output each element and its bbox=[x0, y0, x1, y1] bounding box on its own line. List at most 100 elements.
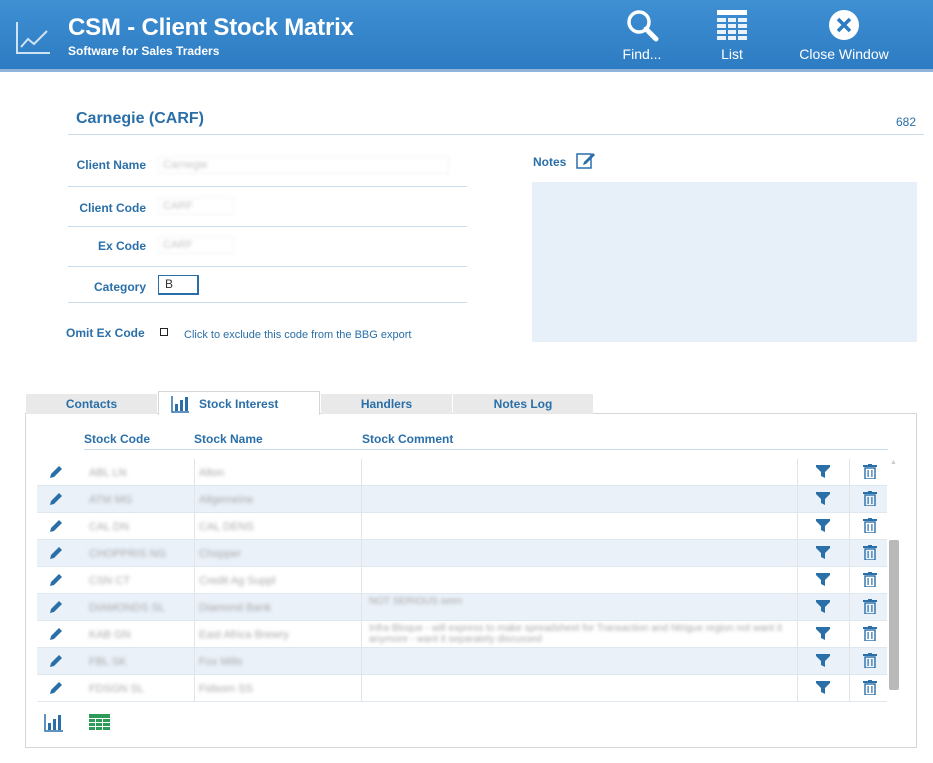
omit-ex-code-checkbox[interactable] bbox=[160, 328, 168, 336]
edit-row-button[interactable] bbox=[49, 627, 63, 646]
filter-row-button[interactable] bbox=[816, 546, 830, 565]
column-divider bbox=[194, 594, 195, 620]
table-row[interactable]: ATM MG Allgemeine bbox=[37, 486, 887, 513]
column-divider bbox=[194, 648, 195, 674]
column-divider bbox=[194, 675, 195, 701]
close-icon bbox=[829, 10, 859, 40]
edit-row-button[interactable] bbox=[49, 654, 63, 673]
column-divider bbox=[361, 594, 362, 620]
tab-stock-interest-label: Stock Interest bbox=[199, 397, 279, 411]
pencil-icon bbox=[50, 466, 62, 478]
list-button-label: List bbox=[721, 46, 743, 62]
delete-row-button[interactable] bbox=[863, 518, 877, 538]
filter-icon bbox=[816, 600, 830, 613]
column-divider bbox=[194, 486, 195, 512]
trash-icon bbox=[863, 545, 877, 561]
table-row[interactable]: DIAMONDS SL Diamond Bank NOT SERIOUS seen bbox=[37, 594, 887, 621]
edit-row-button[interactable] bbox=[49, 573, 63, 592]
trash-icon bbox=[863, 599, 877, 615]
column-header-stock-code[interactable]: Stock Code bbox=[84, 432, 150, 446]
column-header-stock-comment[interactable]: Stock Comment bbox=[362, 432, 453, 446]
stock-name-cell: Allgemeine bbox=[199, 494, 254, 506]
stock-comment-cell bbox=[369, 677, 793, 701]
stock-code-cell: KAB GN bbox=[89, 629, 131, 641]
filter-row-button[interactable] bbox=[816, 519, 830, 538]
category-field[interactable]: B bbox=[158, 275, 199, 295]
delete-row-button[interactable] bbox=[863, 572, 877, 592]
delete-row-button[interactable] bbox=[863, 491, 877, 511]
table-row[interactable]: CHOPPRIS NG Chopper bbox=[37, 540, 887, 567]
stock-comment-cell bbox=[369, 488, 793, 512]
client-heading-name: Carnegie (CARF) bbox=[76, 110, 205, 127]
edit-icon[interactable] bbox=[576, 150, 596, 170]
table-row[interactable]: ABL LN Alton bbox=[37, 459, 887, 486]
pencil-icon bbox=[50, 574, 62, 586]
find-button[interactable]: Find... bbox=[612, 8, 672, 62]
edit-row-button[interactable] bbox=[49, 600, 63, 619]
tab-stock-interest[interactable]: Stock Interest bbox=[158, 391, 320, 415]
app-subtitle: Software for Sales Traders bbox=[68, 44, 220, 58]
stock-name-cell: Fidsom SS bbox=[199, 683, 253, 695]
column-header-stock-name[interactable]: Stock Name bbox=[194, 432, 263, 446]
list-button[interactable]: List bbox=[704, 8, 760, 62]
delete-row-button[interactable] bbox=[863, 545, 877, 565]
filter-row-button[interactable] bbox=[816, 465, 830, 484]
client-code-field[interactable]: CARF bbox=[158, 197, 234, 215]
delete-row-button[interactable] bbox=[863, 599, 877, 619]
filter-icon bbox=[816, 492, 830, 505]
stock-name-cell: East Africa Brewry bbox=[199, 629, 289, 641]
table-row[interactable]: FBL SK Fox Mills bbox=[37, 648, 887, 675]
ex-code-label: Ex Code bbox=[97, 239, 146, 253]
stock-name-cell: Credit Ag Suppl bbox=[199, 575, 276, 587]
edit-row-button[interactable] bbox=[49, 546, 63, 565]
ex-code-field[interactable]: CARF bbox=[158, 236, 234, 254]
delete-row-button[interactable] bbox=[863, 653, 877, 673]
stock-comment-cell bbox=[369, 542, 793, 566]
edit-row-button[interactable] bbox=[49, 519, 63, 538]
stock-comment-cell bbox=[369, 515, 793, 539]
category-label: Category bbox=[93, 280, 146, 294]
table-row[interactable]: CAL DN CAL DENS bbox=[37, 513, 887, 540]
stock-name-cell: Fox Mills bbox=[199, 656, 243, 668]
close-window-button[interactable]: Close Window bbox=[792, 8, 896, 62]
edit-row-button[interactable] bbox=[49, 492, 63, 511]
table-icon[interactable] bbox=[89, 714, 110, 732]
scroll-up-arrow[interactable]: ▲ bbox=[890, 459, 897, 466]
column-divider bbox=[797, 621, 798, 647]
stock-code-cell: ABL LN bbox=[89, 467, 127, 479]
filter-icon bbox=[816, 573, 830, 586]
client-name-field[interactable]: Carnegie bbox=[158, 156, 449, 174]
filter-row-button[interactable] bbox=[816, 627, 830, 646]
client-heading: Carnegie (CARF) 682 bbox=[68, 104, 924, 135]
filter-row-button[interactable] bbox=[816, 600, 830, 619]
column-divider bbox=[797, 648, 798, 674]
delete-row-button[interactable] bbox=[863, 626, 877, 646]
tab-handlers[interactable]: Handlers bbox=[321, 394, 452, 414]
delete-row-button[interactable] bbox=[863, 464, 877, 484]
delete-row-button[interactable] bbox=[863, 680, 877, 700]
stock-code-cell: FDSGN SL bbox=[89, 683, 145, 695]
filter-row-button[interactable] bbox=[816, 492, 830, 511]
notes-field[interactable] bbox=[532, 182, 917, 342]
pencil-icon bbox=[50, 601, 62, 613]
stock-code-cell: CSN CT bbox=[89, 575, 130, 587]
filter-row-button[interactable] bbox=[816, 573, 830, 592]
filter-row-button[interactable] bbox=[816, 681, 830, 700]
bar-chart-icon[interactable] bbox=[44, 714, 64, 732]
filter-icon bbox=[816, 546, 830, 559]
tab-contacts[interactable]: Contacts bbox=[26, 394, 157, 414]
table-row[interactable]: KAB GN East Africa Brewry Infra Bloque - w… bbox=[37, 621, 887, 648]
scrollbar-thumb[interactable] bbox=[889, 540, 899, 690]
tab-notes-log[interactable]: Notes Log bbox=[453, 394, 593, 414]
column-divider bbox=[849, 594, 850, 620]
filter-icon bbox=[816, 627, 830, 640]
filter-row-button[interactable] bbox=[816, 654, 830, 673]
edit-row-button[interactable] bbox=[49, 465, 63, 484]
column-divider bbox=[194, 567, 195, 593]
table-row[interactable]: FDSGN SL Fidsom SS bbox=[37, 675, 887, 702]
column-divider bbox=[849, 675, 850, 701]
table-row[interactable]: CSN CT Credit Ag Suppl bbox=[37, 567, 887, 594]
trash-icon bbox=[863, 518, 877, 534]
filter-icon bbox=[816, 519, 830, 532]
edit-row-button[interactable] bbox=[49, 681, 63, 700]
